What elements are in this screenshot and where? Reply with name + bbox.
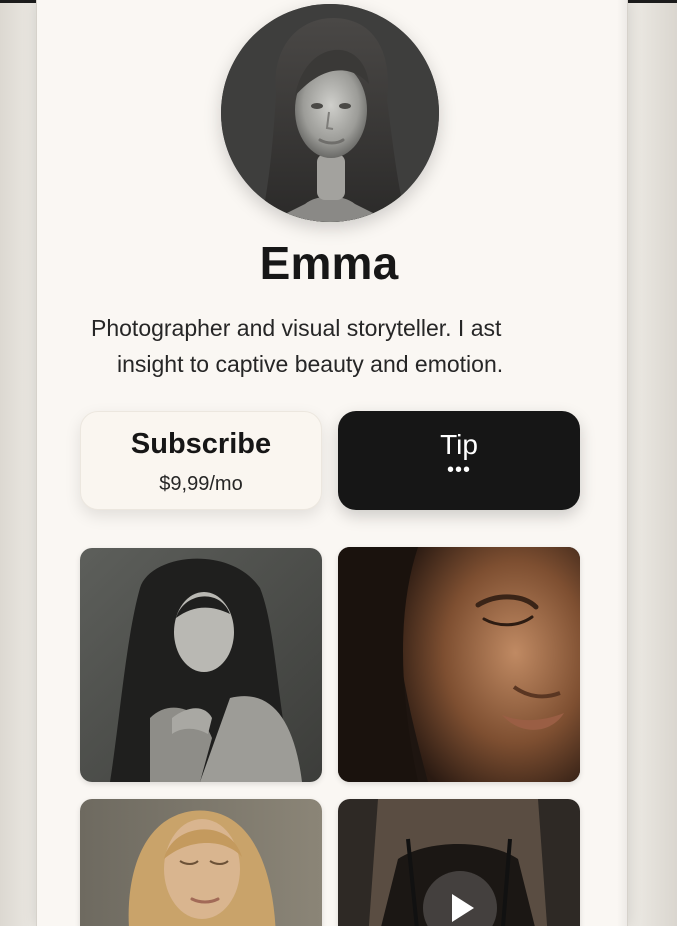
more-dots-icon: •••: [446, 459, 471, 481]
tip-button[interactable]: Tip •••: [338, 411, 580, 510]
subscribe-button[interactable]: Subscribe $9,99/mo: [80, 411, 322, 510]
bio-line-1: Photographer and visual storyteller. I a…: [91, 315, 502, 341]
golden-portrait-image: [80, 799, 322, 926]
subscribe-price: $9,99/mo: [159, 473, 243, 495]
profile-card: Emma Photographer and visual storyteller…: [36, 0, 628, 926]
gallery-item-2[interactable]: [338, 547, 580, 782]
play-icon: [452, 894, 474, 922]
tip-label: Tip: [440, 429, 478, 460]
gallery-item-1[interactable]: [80, 548, 322, 782]
profile-bio: Photographer and visual storyteller. I a…: [77, 310, 597, 382]
profile-name: Emma: [259, 237, 399, 289]
gallery-item-4-video[interactable]: [338, 799, 580, 926]
warm-closeup-image: [338, 547, 580, 782]
bio-line-2: insight to captive beauty and emotion.: [117, 351, 504, 377]
screen: Emma Photographer and visual storyteller…: [0, 0, 677, 926]
monochrome-portrait-image: [80, 548, 322, 782]
subscribe-label: Subscribe: [130, 428, 272, 460]
gallery-item-3[interactable]: [80, 799, 322, 926]
profile-avatar[interactable]: [221, 4, 439, 222]
portrait-avatar-icon: [221, 4, 439, 222]
